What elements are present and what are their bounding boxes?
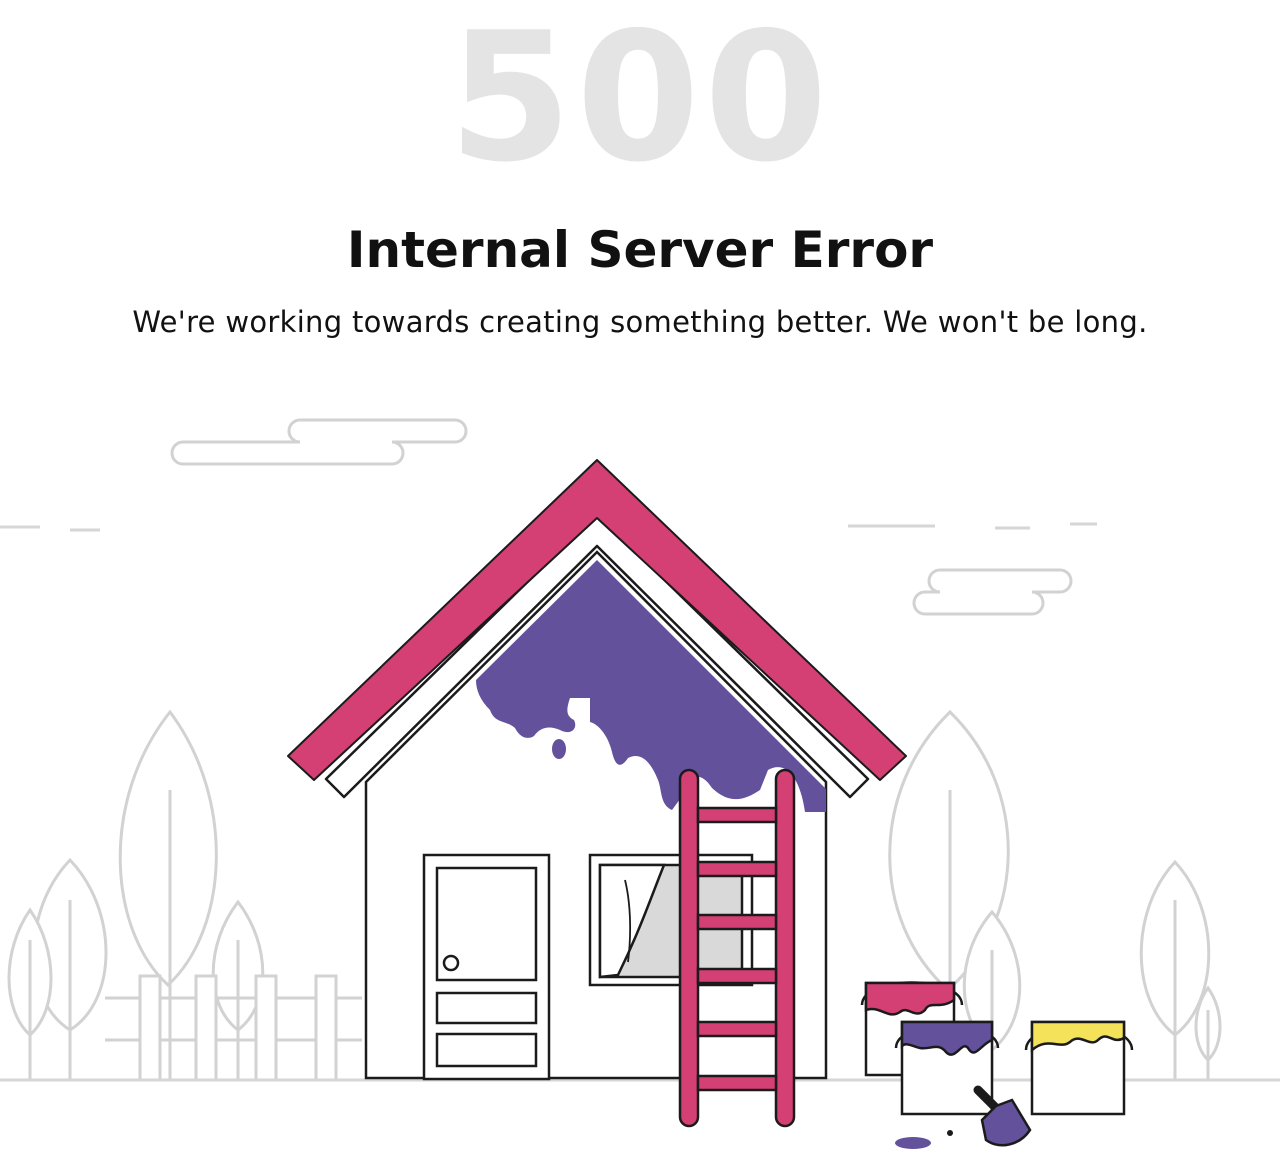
tree-icon <box>7 907 53 1080</box>
paint-spill <box>947 1130 953 1136</box>
house-icon <box>287 459 907 1081</box>
paint-drop <box>552 739 566 759</box>
door <box>422 853 551 1081</box>
paint-spill <box>895 1137 931 1149</box>
paint-bucket-icon <box>1024 1020 1134 1116</box>
cloud-icon <box>170 418 468 466</box>
maintenance-illustration <box>0 418 1280 1149</box>
cloud-icon <box>912 568 1073 616</box>
tree-icon <box>1194 985 1222 1080</box>
paint-brush-icon <box>973 1085 1032 1147</box>
